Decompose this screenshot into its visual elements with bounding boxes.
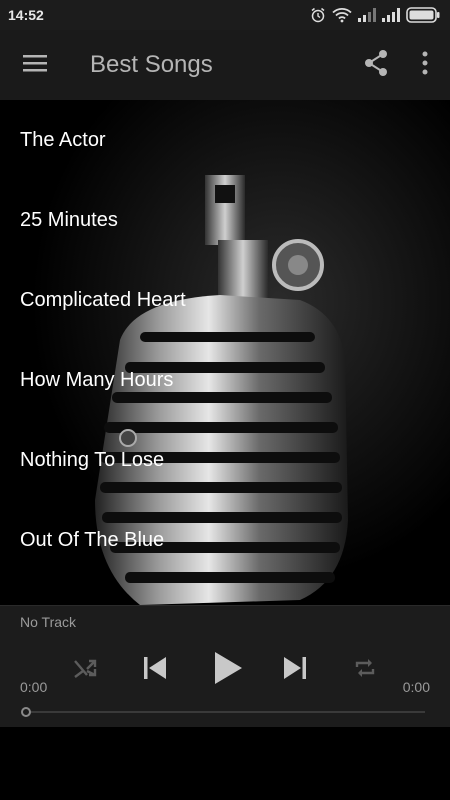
menu-button[interactable] [0,30,70,100]
wifi-icon [332,7,352,23]
status-icons [310,7,440,23]
player-controls [0,646,450,694]
seek-bar[interactable] [20,706,425,718]
song-list: The Actor 25 Minutes Complicated Heart H… [0,100,450,580]
list-item[interactable]: Out Of The Blue [0,500,450,580]
song-list-area: The Actor 25 Minutes Complicated Heart H… [0,100,450,605]
list-item[interactable]: Complicated Heart [0,260,450,340]
page-title: Best Songs [90,51,213,78]
signal-icon [358,8,376,22]
more-options-button[interactable] [400,30,450,100]
play-icon [212,650,244,691]
status-time: 14:52 [8,7,44,23]
previous-icon [142,655,168,686]
status-bar: 14:52 [0,0,450,30]
more-vert-icon [422,51,428,80]
previous-button[interactable] [134,646,176,694]
list-item[interactable]: How Many Hours [0,340,450,420]
seek-track [26,711,425,713]
battery-icon [406,7,440,23]
bottom-area [0,727,450,800]
repeat-button[interactable] [344,646,386,694]
shuffle-icon [73,657,97,684]
app-bar: Best Songs [0,30,450,100]
repeat-icon [353,657,377,684]
track-name: No Track [20,614,77,630]
seek-thumb[interactable] [21,707,31,717]
play-button[interactable] [204,646,252,694]
current-time: 0:00 [20,679,48,695]
menu-icon [22,53,48,78]
share-button[interactable] [352,30,400,100]
total-time: 0:00 [402,679,430,695]
share-icon [363,49,389,82]
list-item[interactable]: 25 Minutes [0,180,450,260]
signal-icon [382,8,400,22]
next-icon [282,655,308,686]
list-item[interactable]: Nothing To Lose [0,420,450,500]
alarm-icon [310,7,326,23]
shuffle-button[interactable] [65,646,105,694]
next-button[interactable] [274,646,316,694]
list-item[interactable]: The Actor [0,100,450,180]
music-player: No Track 0:00 0:00 [0,605,450,727]
